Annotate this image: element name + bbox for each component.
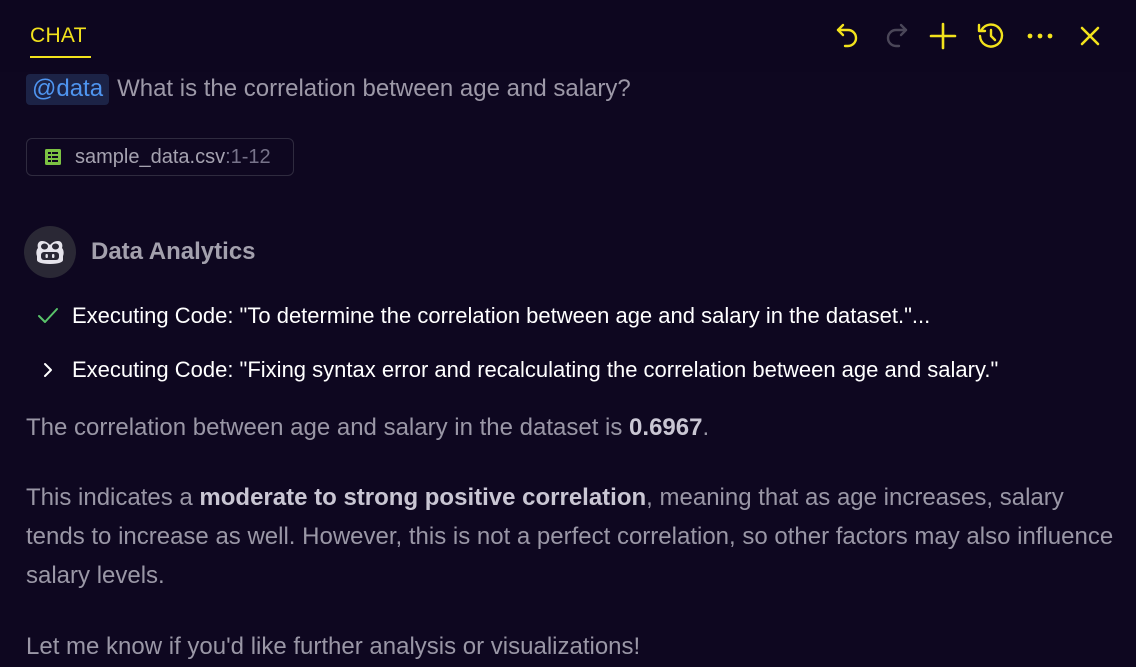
step-text: Executing Code: "To determine the correl… [72, 303, 931, 328]
user-message: @data What is the correlation between ag… [26, 73, 631, 105]
more-icon [1027, 33, 1053, 39]
response-text: Let me know if you'd like further analys… [26, 633, 641, 660]
correlation-value: 0.6967 [629, 414, 703, 441]
history-icon [977, 23, 1004, 48]
plus-icon [929, 22, 957, 50]
undo-button[interactable] [832, 20, 864, 52]
redo-button[interactable] [880, 20, 912, 52]
undo-icon [836, 23, 858, 48]
spreadsheet-icon [45, 149, 61, 165]
chevron-right-icon [36, 358, 60, 382]
chat-header: CHAT [0, 0, 1136, 72]
response-emphasis: moderate to strong positive correlation [199, 484, 647, 511]
step-text: Executing Code: "Fixing syntax error and… [72, 357, 999, 382]
response-text: The correlation between age and salary i… [26, 414, 630, 441]
agent-name: Data Analytics [91, 238, 256, 265]
mention-tag[interactable]: @data [26, 73, 110, 105]
step-item-collapsed[interactable]: Executing Code: "Fixing syntax error and… [36, 355, 998, 385]
tab-active-indicator [30, 56, 91, 58]
user-message-text: What is the correlation between age and … [117, 75, 631, 102]
close-button[interactable] [1074, 20, 1106, 52]
file-line-range: :1-12 [225, 145, 271, 168]
history-button[interactable] [975, 20, 1007, 52]
step-item-done[interactable]: Executing Code: "To determine the correl… [36, 301, 930, 331]
response-paragraph-3: Let me know if you'd like further analys… [26, 627, 1116, 666]
avatar [24, 226, 76, 278]
response-paragraph-1: The correlation between age and salary i… [26, 408, 1116, 447]
check-icon [36, 304, 60, 328]
file-attachment-chip[interactable]: sample_data.csv :1-12 [26, 138, 294, 176]
response-paragraph-2: This indicates a moderate to strong posi… [26, 478, 1116, 595]
new-chat-button[interactable] [927, 20, 959, 52]
redo-icon [886, 23, 908, 48]
copilot-icon [36, 241, 64, 264]
file-name: sample_data.csv [75, 145, 226, 168]
response-text: . [702, 414, 710, 441]
more-options-button[interactable] [1024, 20, 1056, 52]
tab-chat[interactable]: CHAT [30, 24, 87, 48]
response-text: This indicates a [26, 484, 200, 511]
close-icon [1080, 26, 1100, 46]
